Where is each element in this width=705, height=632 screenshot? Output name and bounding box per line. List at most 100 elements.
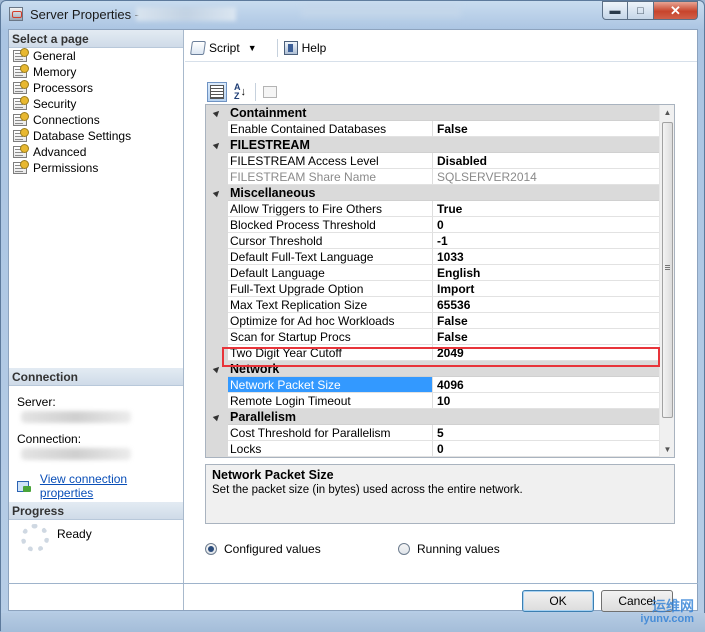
- sort-arrow-icon: ↓: [240, 86, 247, 98]
- row-gutter: [206, 377, 228, 393]
- property-value[interactable]: 2049: [433, 345, 659, 360]
- property-value[interactable]: Disabled: [433, 153, 659, 168]
- footer-divider: [8, 583, 698, 584]
- sidebar-item-processors[interactable]: Processors: [9, 80, 183, 96]
- collapse-toggle[interactable]: [206, 185, 228, 201]
- property-value[interactable]: 1033: [433, 249, 659, 264]
- property-row[interactable]: Optimize for Ad hoc Workloads False: [206, 313, 659, 329]
- minimize-button[interactable]: ▬: [602, 1, 628, 20]
- property-name[interactable]: Optimize for Ad hoc Workloads: [228, 313, 433, 328]
- description-text: Set the packet size (in bytes) used acro…: [212, 484, 523, 496]
- property-name[interactable]: Network Packet Size: [228, 377, 433, 392]
- property-name[interactable]: Cursor Threshold: [228, 233, 433, 248]
- property-row[interactable]: Allow Triggers to Fire Others True: [206, 201, 659, 217]
- property-value[interactable]: 4096: [433, 377, 659, 392]
- help-button[interactable]: Help: [283, 41, 326, 55]
- property-grid[interactable]: Containment Enable Contained Databases Fal…: [205, 104, 675, 458]
- scroll-down-icon[interactable]: ▼: [660, 442, 674, 457]
- property-name[interactable]: Remote Login Timeout: [228, 393, 433, 408]
- category-row[interactable]: FILESTREAM: [206, 137, 659, 153]
- sidebar-item-memory[interactable]: Memory: [9, 64, 183, 80]
- sidebar-item-database-settings[interactable]: Database Settings: [9, 128, 183, 144]
- connection-header: Connection: [9, 368, 183, 386]
- property-value[interactable]: -1: [433, 233, 659, 248]
- category-row[interactable]: Miscellaneous: [206, 185, 659, 201]
- property-row[interactable]: Max Text Replication Size 65536: [206, 297, 659, 313]
- property-name[interactable]: FILESTREAM Share Name: [228, 169, 433, 184]
- sidebar-item-connections[interactable]: Connections: [9, 112, 183, 128]
- property-value[interactable]: 5: [433, 425, 659, 440]
- ok-button[interactable]: OK: [522, 590, 594, 612]
- property-name[interactable]: Locks: [228, 441, 433, 456]
- row-gutter: [206, 153, 228, 169]
- property-name[interactable]: Allow Triggers to Fire Others: [228, 201, 433, 216]
- category-row[interactable]: Network: [206, 361, 659, 377]
- categorized-view-button[interactable]: [207, 82, 227, 102]
- alphabetical-view-button[interactable]: A Z ↓: [230, 82, 250, 102]
- property-value[interactable]: 10: [433, 393, 659, 408]
- sidebar-item-label: Permissions: [33, 161, 99, 175]
- dialog-toolbar: Script ▼ Help: [190, 38, 336, 58]
- property-row[interactable]: Cursor Threshold -1: [206, 233, 659, 249]
- property-row[interactable]: Locks 0: [206, 441, 659, 457]
- property-row[interactable]: Blocked Process Threshold 0: [206, 217, 659, 233]
- property-value[interactable]: 0: [433, 441, 659, 456]
- property-value[interactable]: English: [433, 265, 659, 280]
- sidebar-item-advanced[interactable]: Advanced: [9, 144, 183, 160]
- property-name[interactable]: Blocked Process Threshold: [228, 217, 433, 232]
- script-button[interactable]: Script ▼: [190, 41, 267, 55]
- view-connection-properties-link[interactable]: View connection properties: [17, 472, 183, 500]
- connection-label: Connection:: [17, 432, 82, 446]
- property-value[interactable]: Import: [433, 281, 659, 296]
- property-name[interactable]: Enable Contained Databases: [228, 121, 433, 136]
- property-name[interactable]: Max Text Replication Size: [228, 297, 433, 312]
- chevron-down-icon[interactable]: ▼: [248, 43, 257, 53]
- property-value[interactable]: False: [433, 121, 659, 136]
- category-row[interactable]: Containment: [206, 105, 659, 121]
- property-row[interactable]: Network Packet Size 4096: [206, 377, 659, 393]
- property-name[interactable]: FILESTREAM Access Level: [228, 153, 433, 168]
- property-name[interactable]: Full-Text Upgrade Option: [228, 281, 433, 296]
- configured-values-radio[interactable]: Configured values: [205, 542, 321, 556]
- grid-scrollbar[interactable]: ▲ ▼: [659, 105, 674, 457]
- property-value[interactable]: 65536: [433, 297, 659, 312]
- collapse-toggle[interactable]: [206, 137, 228, 153]
- sidebar-item-security[interactable]: Security: [9, 96, 183, 112]
- collapse-toggle[interactable]: [206, 409, 228, 425]
- row-gutter: [206, 281, 228, 297]
- property-row[interactable]: Remote Login Timeout 10: [206, 393, 659, 409]
- category-name: Network: [230, 362, 280, 376]
- sidebar-item-general[interactable]: General: [9, 48, 183, 64]
- scroll-thumb[interactable]: [662, 122, 673, 418]
- scroll-up-icon[interactable]: ▲: [660, 105, 674, 120]
- property-row[interactable]: Default Full-Text Language 1033: [206, 249, 659, 265]
- category-row[interactable]: Parallelism: [206, 409, 659, 425]
- property-name[interactable]: Scan for Startup Procs: [228, 329, 433, 344]
- close-button[interactable]: ✕: [654, 1, 698, 20]
- property-row[interactable]: Enable Contained Databases False: [206, 121, 659, 137]
- property-value[interactable]: False: [433, 313, 659, 328]
- property-row[interactable]: Default Language English: [206, 265, 659, 281]
- property-row[interactable]: FILESTREAM Access Level Disabled: [206, 153, 659, 169]
- property-value[interactable]: True: [433, 201, 659, 216]
- property-name[interactable]: Default Full-Text Language: [228, 249, 433, 264]
- property-row[interactable]: FILESTREAM Share Name SQLSERVER2014: [206, 169, 659, 185]
- view-link-label: View connection properties: [39, 472, 128, 500]
- property-name[interactable]: Default Language: [228, 265, 433, 280]
- progress-status: Ready: [57, 527, 92, 541]
- maximize-button[interactable]: □: [628, 1, 654, 20]
- property-row[interactable]: Two Digit Year Cutoff 2049: [206, 345, 659, 361]
- property-value[interactable]: False: [433, 329, 659, 344]
- property-name[interactable]: Two Digit Year Cutoff: [228, 345, 433, 360]
- title-bar[interactable]: Server Properties - ▬ □ ✕: [1, 1, 704, 28]
- property-pages-button[interactable]: [260, 82, 280, 102]
- property-row[interactable]: Cost Threshold for Parallelism 5: [206, 425, 659, 441]
- property-row[interactable]: Full-Text Upgrade Option Import: [206, 281, 659, 297]
- property-value[interactable]: 0: [433, 217, 659, 232]
- running-values-radio[interactable]: Running values: [398, 542, 500, 556]
- collapse-toggle[interactable]: [206, 105, 228, 121]
- property-row[interactable]: Scan for Startup Procs False: [206, 329, 659, 345]
- sidebar-item-permissions[interactable]: Permissions: [9, 160, 183, 176]
- property-name[interactable]: Cost Threshold for Parallelism: [228, 425, 433, 440]
- collapse-toggle[interactable]: [206, 361, 228, 377]
